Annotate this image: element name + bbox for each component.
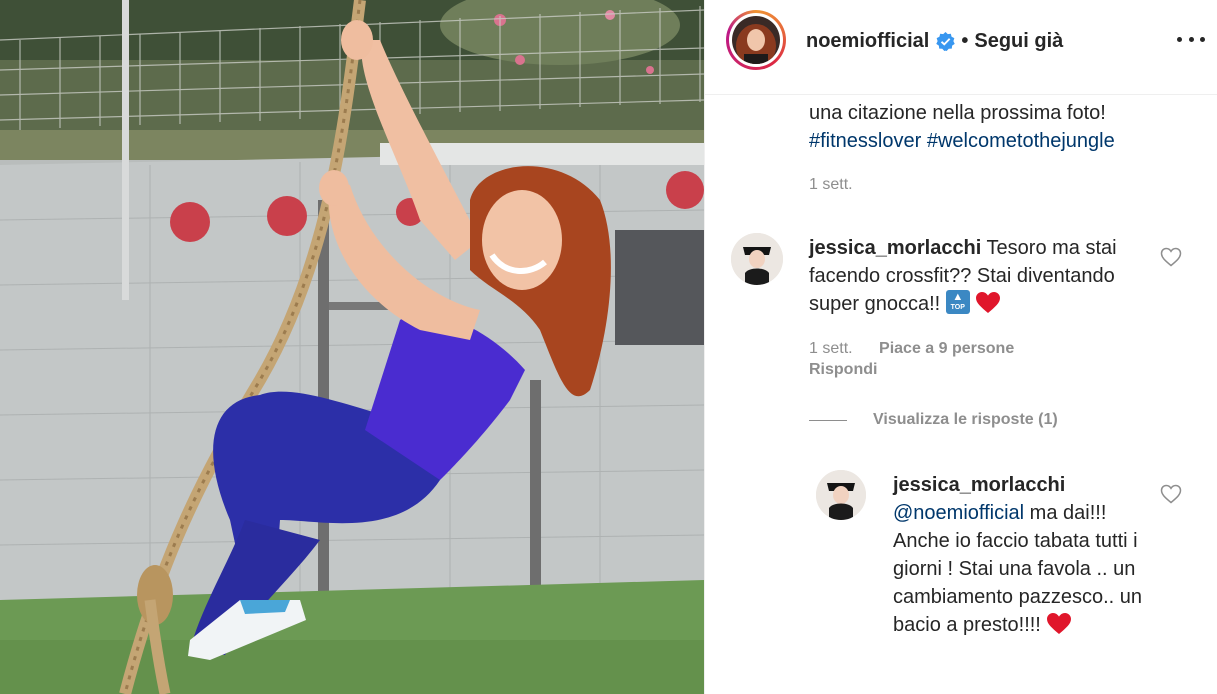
post-caption: una citazione nella prossima foto! #fitn… xyxy=(809,99,1209,155)
verified-badge-icon xyxy=(936,31,956,51)
caption-text: una citazione nella prossima foto! xyxy=(809,102,1106,124)
view-replies-label: Visualizza le risposte (1) xyxy=(873,411,1058,428)
following-button[interactable]: Segui già xyxy=(974,30,1063,53)
comment-likes[interactable]: Piace a 9 persone xyxy=(879,340,1014,357)
view-replies-button[interactable]: Visualizza le risposte (1) xyxy=(809,411,1058,429)
more-options-icon[interactable] xyxy=(1177,28,1205,50)
like-comment-heart-icon[interactable] xyxy=(1160,247,1182,267)
post-photo-artwork xyxy=(0,0,704,694)
caption-hashtags: #fitnesslover #welcometothejungle xyxy=(809,127,1209,155)
hashtag-link[interactable]: #welcometothejungle xyxy=(927,130,1115,152)
profile-avatar[interactable] xyxy=(726,10,786,70)
red-heart-emoji xyxy=(1047,613,1072,634)
hashtag-link[interactable]: #fitnesslover xyxy=(809,130,921,152)
reply-body: jessica_morlacchi @noemiofficial ma dai!… xyxy=(893,471,1153,639)
post-header: noemiofficial • Segui già xyxy=(705,0,1217,95)
comment-meta: 1 sett. Piace a 9 persone xyxy=(809,340,1014,358)
red-heart-emoji xyxy=(976,292,1001,313)
comment-body: jessica_morlacchi Tesoro ma stai facendo… xyxy=(809,234,1159,318)
post-timestamp[interactable]: 1 sett. xyxy=(809,176,853,194)
reply-avatar[interactable] xyxy=(816,470,866,520)
divider-line xyxy=(809,419,847,421)
comment-avatar[interactable] xyxy=(731,233,783,285)
post-username[interactable]: noemiofficial xyxy=(806,30,929,53)
mention-link[interactable]: @noemiofficial xyxy=(893,502,1024,524)
post-photo[interactable] xyxy=(0,0,704,694)
comment-username[interactable]: jessica_morlacchi xyxy=(809,237,981,259)
post-side-panel: noemiofficial • Segui già una citazione … xyxy=(704,0,1217,694)
header-separator: • xyxy=(961,29,969,52)
reply-username[interactable]: jessica_morlacchi xyxy=(893,471,1153,499)
header-user-row: noemiofficial • Segui già xyxy=(806,28,1063,54)
reply-button[interactable]: Rispondi xyxy=(809,361,877,379)
top-arrow-emoji: ▲ TOP xyxy=(945,290,970,314)
like-reply-heart-icon[interactable] xyxy=(1160,484,1182,504)
comment-timestamp[interactable]: 1 sett. xyxy=(809,340,853,357)
